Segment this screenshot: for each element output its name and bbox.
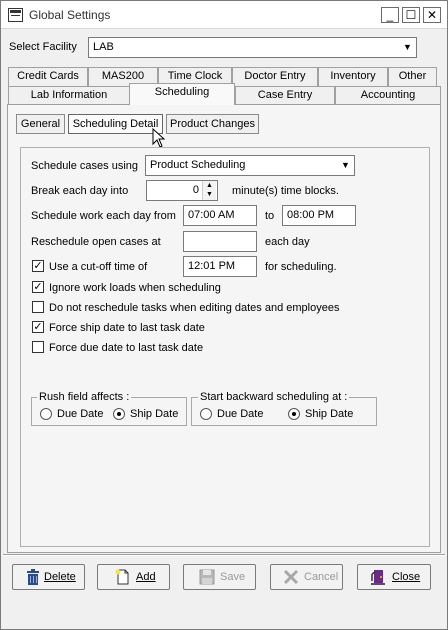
spin-down-icon[interactable]: ▼: [203, 190, 216, 199]
cancel-x-icon: [283, 569, 299, 585]
exit-door-icon: [371, 570, 385, 585]
mouse-cursor-icon: [152, 128, 166, 148]
reschedule-input[interactable]: [183, 231, 257, 252]
subtab-general[interactable]: General: [16, 114, 65, 134]
spin-buttons[interactable]: ▲ ▼: [202, 181, 216, 200]
spin-up-icon[interactable]: ▲: [203, 181, 216, 190]
close-window-icon[interactable]: ✕: [423, 7, 441, 23]
schedule-using-label: Schedule cases using: [31, 160, 139, 172]
rush-ship-date-radio[interactable]: [113, 408, 125, 420]
window-title: Global Settings: [29, 8, 111, 22]
backward-due-date-radio[interactable]: [200, 408, 212, 420]
add-label: Add: [136, 571, 156, 583]
chevron-down-icon[interactable]: ▼: [338, 157, 353, 174]
backward-ship-date-radio[interactable]: [288, 408, 300, 420]
facility-label: Select Facility: [9, 41, 77, 53]
reschedule-label: Reschedule open cases at: [31, 236, 161, 248]
tab-scheduling[interactable]: Scheduling: [129, 83, 235, 105]
ignore-workloads-label: Ignore work loads when scheduling: [49, 282, 221, 294]
facility-value: LAB: [93, 41, 114, 53]
maximize-icon[interactable]: ☐: [402, 7, 420, 23]
delete-button[interactable]: Delete: [12, 564, 85, 590]
subtab-scheduling-detail[interactable]: Scheduling Detail: [68, 114, 163, 134]
work-to-label: to: [265, 210, 275, 222]
tab-other[interactable]: Other: [388, 67, 437, 86]
schedule-using-value: Product Scheduling: [150, 159, 246, 171]
delete-label: Delete: [44, 571, 76, 583]
rush-group-title: Rush field affects :: [37, 391, 132, 403]
reschedule-suffix: each day: [265, 236, 310, 248]
schedule-using-select[interactable]: Product Scheduling ▼: [145, 155, 355, 176]
ignore-workloads-checkbox[interactable]: ✓: [32, 281, 44, 293]
break-label: Break each day into: [31, 185, 129, 197]
break-suffix: minute(s) time blocks.: [232, 185, 339, 197]
force-ship-label: Force ship date to last task date: [49, 322, 205, 334]
title-bar[interactable]: Global Settings _ ☐ ✕: [1, 1, 447, 29]
backward-group-title: Start backward scheduling at :: [198, 391, 350, 403]
work-to-input[interactable]: 08:00 PM: [282, 205, 356, 226]
no-reschedule-checkbox[interactable]: [32, 301, 44, 313]
tab-case-entry[interactable]: Case Entry: [235, 86, 335, 105]
tab-doctor-entry[interactable]: Doctor Entry: [232, 67, 318, 86]
subtab-product-changes[interactable]: Product Changes: [166, 114, 259, 134]
force-due-checkbox[interactable]: [32, 341, 44, 353]
close-button[interactable]: Close: [357, 564, 431, 590]
floppy-disk-icon: [199, 569, 215, 585]
tab-lab-information[interactable]: Lab Information: [8, 86, 130, 105]
close-label: Close: [392, 571, 421, 583]
save-label: Save: [220, 571, 246, 583]
footer-separator: [3, 554, 445, 556]
rush-due-date-radio[interactable]: [40, 408, 52, 420]
cutoff-suffix: for scheduling.: [265, 261, 337, 273]
cutoff-checkbox[interactable]: ✓: [32, 260, 44, 272]
force-due-label: Force due date to last task date: [49, 342, 204, 354]
rush-ship-date-label: Ship Date: [130, 408, 179, 420]
tab-accounting[interactable]: Accounting: [335, 86, 441, 105]
save-button[interactable]: Save: [183, 564, 256, 590]
backward-ship-date-label: Ship Date: [305, 408, 354, 420]
trash-icon: [27, 569, 39, 585]
facility-select[interactable]: LAB ▼: [88, 37, 417, 58]
no-reschedule-label: Do not reschedule tasks when editing dat…: [49, 302, 340, 314]
app-icon: [8, 8, 23, 22]
break-value: 0: [192, 184, 199, 196]
rush-due-date-label: Due Date: [57, 408, 104, 420]
minimize-icon[interactable]: _: [381, 7, 399, 23]
break-minutes-spinner[interactable]: 0 ▲ ▼: [146, 180, 218, 201]
cutoff-label: Use a cut-off time of: [49, 261, 148, 273]
cutoff-time-input[interactable]: 12:01 PM: [183, 256, 257, 277]
chevron-down-icon[interactable]: ▼: [400, 39, 415, 56]
work-from-input[interactable]: 07:00 AM: [183, 205, 257, 226]
work-hours-label: Schedule work each day from: [31, 210, 176, 222]
tab-inventory[interactable]: Inventory: [318, 67, 388, 86]
force-ship-checkbox[interactable]: ✓: [32, 321, 44, 333]
cancel-button[interactable]: Cancel: [270, 564, 343, 590]
new-document-icon: [115, 569, 129, 585]
add-button[interactable]: Add: [97, 564, 170, 590]
backward-due-date-label: Due Date: [217, 408, 264, 420]
cancel-label: Cancel: [304, 571, 339, 583]
tab-credit-cards[interactable]: Credit Cards: [8, 67, 88, 86]
